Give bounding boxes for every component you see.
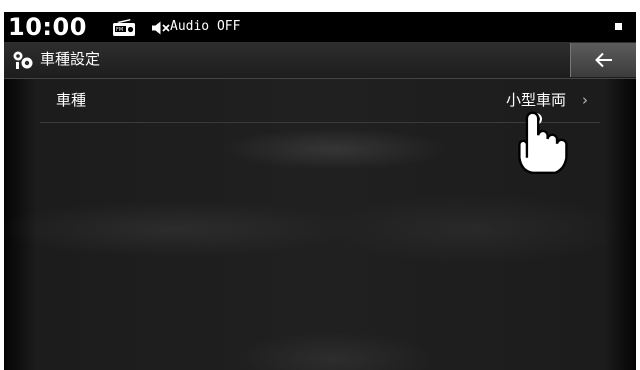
setting-label: 車種 — [56, 92, 87, 109]
gear-icon — [12, 50, 34, 70]
status-bar: 10:00 FM Audio OFF — [4, 12, 636, 42]
chevron-right-icon: › — [582, 91, 588, 109]
back-button[interactable] — [570, 43, 636, 77]
radio-icon: FM — [113, 19, 135, 36]
clock: 10:00 — [8, 13, 87, 41]
touch-hand-icon — [512, 98, 572, 186]
svg-text:FM: FM — [116, 27, 123, 33]
audio-status: Audio OFF — [170, 19, 241, 34]
title-bar: 車種設定 — [4, 42, 636, 79]
signal-icon — [615, 23, 622, 30]
back-arrow-icon — [595, 52, 612, 68]
navi-screen: 10:00 FM Audio OFF 車種設定 車種 小型車両 › — [4, 12, 636, 370]
page-title: 車種設定 — [40, 51, 101, 68]
